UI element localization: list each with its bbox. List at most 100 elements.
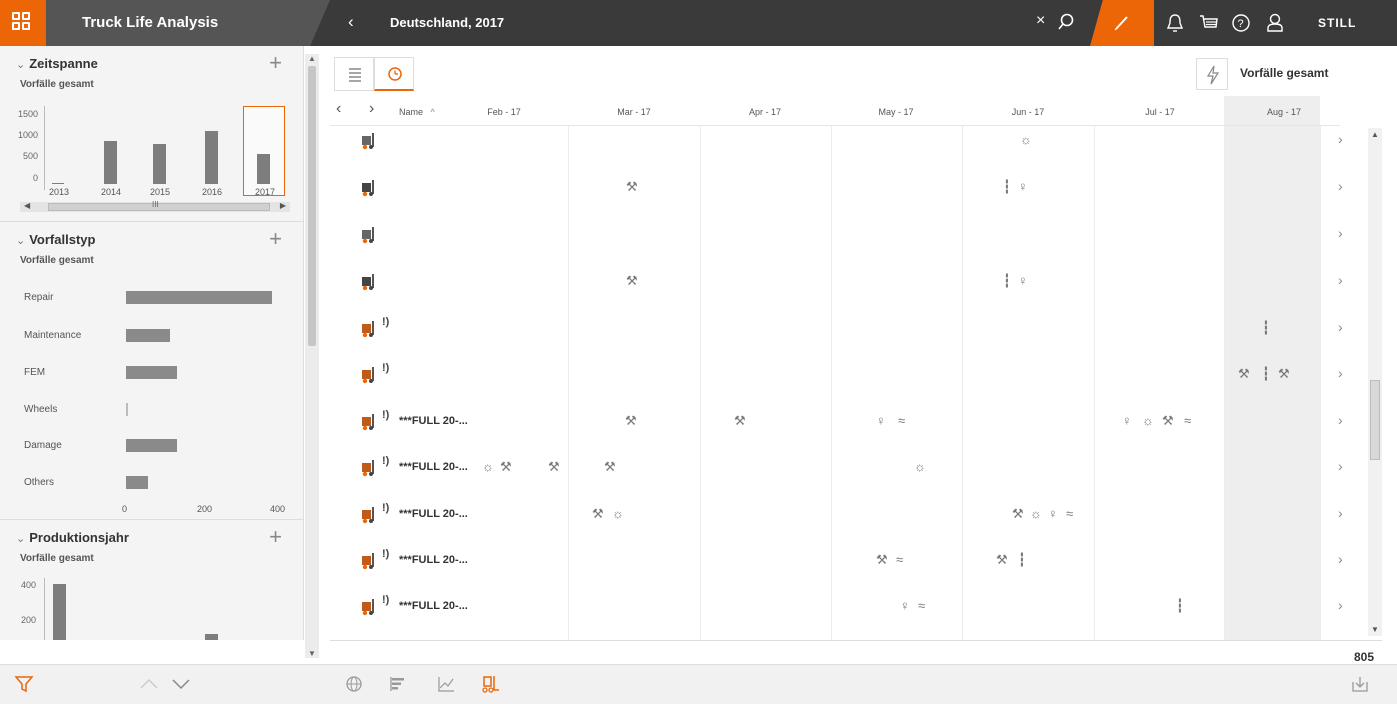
row-expand-chevron-icon[interactable]: › xyxy=(1338,272,1343,288)
bulb-icon[interactable]: ♀ xyxy=(1048,506,1058,521)
scroll-thumb[interactable] xyxy=(1370,380,1380,460)
scroll-down-icon[interactable]: ▼ xyxy=(1371,625,1379,634)
table-row[interactable] xyxy=(330,267,1320,313)
exclamation-icon[interactable]: ┇ xyxy=(1003,273,1011,289)
line-chart-icon[interactable] xyxy=(436,674,456,694)
bar-2017[interactable] xyxy=(257,153,270,184)
bar-2013[interactable] xyxy=(53,583,66,640)
exclamation-icon[interactable]: ┇ xyxy=(1262,366,1270,382)
table-row[interactable] xyxy=(330,453,1320,499)
wrench-icon[interactable]: ⚒ xyxy=(625,413,637,429)
row-expand-chevron-icon[interactable]: › xyxy=(1338,225,1343,241)
next-period-button[interactable]: › xyxy=(369,100,374,118)
wrench-icon[interactable]: ⚒ xyxy=(734,413,746,429)
oil-can-icon[interactable]: ≈ xyxy=(1066,506,1073,521)
bar-repair[interactable] xyxy=(126,291,272,304)
prev-period-button[interactable]: ‹ xyxy=(336,100,341,118)
wrench-icon[interactable]: ⚒ xyxy=(1162,413,1174,429)
row-expand-chevron-icon[interactable]: › xyxy=(1338,412,1343,428)
row-expand-chevron-icon[interactable]: › xyxy=(1338,178,1343,194)
vehicle-name[interactable]: ***FULL 20-... xyxy=(399,461,468,473)
app-menu-button[interactable] xyxy=(0,0,46,46)
scroll-thumb[interactable] xyxy=(308,66,316,346)
back-chevron-icon[interactable]: ‹ xyxy=(348,12,354,32)
filter-icon[interactable] xyxy=(14,674,34,694)
wrench-icon[interactable]: ⚒ xyxy=(1278,366,1290,382)
add-filter-button[interactable]: + xyxy=(269,524,282,550)
wrench-icon[interactable]: ⚒ xyxy=(548,459,560,475)
bar-others[interactable] xyxy=(126,476,148,489)
section-header-vorfallstyp[interactable]: ⌄ Vorfallstyp xyxy=(16,232,95,247)
scroll-down-icon[interactable]: ▼ xyxy=(308,649,316,658)
exclamation-icon[interactable]: ┇ xyxy=(1262,320,1270,336)
bar-wheels[interactable] xyxy=(126,403,128,416)
row-expand-chevron-icon[interactable]: › xyxy=(1338,505,1343,521)
row-expand-chevron-icon[interactable]: › xyxy=(1338,131,1343,147)
bulb-icon[interactable]: ♀ xyxy=(876,413,886,428)
bell-icon[interactable] xyxy=(1164,12,1186,34)
bar-maintenance[interactable] xyxy=(126,329,170,342)
bar-2016[interactable] xyxy=(205,130,218,184)
bar-2016[interactable] xyxy=(205,634,218,640)
gear-icon[interactable]: ☼ xyxy=(1030,506,1042,521)
table-row[interactable] xyxy=(330,126,1320,172)
bar-2014[interactable] xyxy=(104,141,117,184)
gear-icon[interactable]: ☼ xyxy=(482,459,494,474)
bar-chart-icon[interactable] xyxy=(388,674,408,694)
gear-icon[interactable]: ☼ xyxy=(914,459,926,474)
search-icon[interactable] xyxy=(1056,12,1076,32)
row-expand-chevron-icon[interactable]: › xyxy=(1338,319,1343,335)
vehicle-name[interactable]: ***FULL 20-... xyxy=(399,554,468,566)
bar-fem[interactable] xyxy=(126,366,178,379)
vehicle-name[interactable]: ***FULL 20-... xyxy=(399,508,468,520)
scroll-up-icon[interactable]: ▲ xyxy=(308,54,316,63)
gear-icon[interactable]: ☼ xyxy=(612,506,624,521)
exclamation-icon[interactable]: ┇ xyxy=(1018,552,1026,568)
gear-icon[interactable]: ☼ xyxy=(1020,132,1032,147)
cart-icon[interactable] xyxy=(1198,12,1220,34)
row-expand-chevron-icon[interactable]: › xyxy=(1338,365,1343,381)
wrench-icon[interactable]: ⚒ xyxy=(1012,506,1024,522)
wrench-icon[interactable]: ⚒ xyxy=(604,459,616,475)
table-row[interactable] xyxy=(330,220,1320,266)
edit-button[interactable] xyxy=(1090,0,1154,46)
scroll-left-icon[interactable]: ◀ xyxy=(24,201,30,210)
sidebar-scrollbar[interactable]: ▲ ▼ xyxy=(305,54,319,658)
bar-2013[interactable] xyxy=(52,182,64,184)
section-header-produktionsjahr[interactable]: ⌄ Produktionsjahr xyxy=(16,530,129,545)
table-row[interactable] xyxy=(330,546,1320,592)
export-icon[interactable] xyxy=(1350,674,1370,694)
help-icon[interactable]: ? xyxy=(1230,12,1252,34)
clear-search-button[interactable]: × xyxy=(1036,12,1045,30)
scroll-thumb[interactable] xyxy=(48,203,270,211)
user-icon[interactable] xyxy=(1264,12,1286,34)
table-row[interactable] xyxy=(330,592,1320,638)
name-column-header[interactable]: Name ^ xyxy=(399,107,435,117)
section-header-zeitspanne[interactable]: ⌄ Zeitspanne xyxy=(16,56,98,71)
wrench-icon[interactable]: ⚒ xyxy=(626,273,638,289)
year-scrollbar[interactable]: ◀ III ▶ xyxy=(20,200,290,212)
row-expand-chevron-icon[interactable]: › xyxy=(1338,458,1343,474)
bar-2015[interactable] xyxy=(153,144,166,184)
chevron-down-icon[interactable] xyxy=(170,674,192,694)
table-row[interactable] xyxy=(330,500,1320,546)
table-row[interactable] xyxy=(330,173,1320,219)
exclamation-icon[interactable]: ┇ xyxy=(1176,598,1184,614)
row-expand-chevron-icon[interactable]: › xyxy=(1338,597,1343,613)
row-expand-chevron-icon[interactable]: › xyxy=(1338,551,1343,567)
wrench-icon[interactable]: ⚒ xyxy=(876,552,888,568)
oil-can-icon[interactable]: ≈ xyxy=(896,552,903,567)
oil-can-icon[interactable]: ≈ xyxy=(918,598,925,613)
wrench-icon[interactable]: ⚒ xyxy=(626,179,638,195)
list-view-button[interactable] xyxy=(334,57,374,91)
lightning-filter-button[interactable] xyxy=(1196,58,1228,90)
wrench-icon[interactable]: ⚒ xyxy=(500,459,512,475)
oil-can-icon[interactable]: ≈ xyxy=(898,413,905,428)
scroll-up-icon[interactable]: ▲ xyxy=(1371,130,1379,139)
vehicle-name[interactable]: ***FULL 20-... xyxy=(399,415,468,427)
exclamation-icon[interactable]: ┇ xyxy=(1003,179,1011,195)
vehicle-name[interactable]: ***FULL 20-... xyxy=(399,600,468,612)
wrench-icon[interactable]: ⚒ xyxy=(996,552,1008,568)
oil-can-icon[interactable]: ≈ xyxy=(1184,413,1191,428)
gear-icon[interactable]: ☼ xyxy=(1142,413,1154,428)
